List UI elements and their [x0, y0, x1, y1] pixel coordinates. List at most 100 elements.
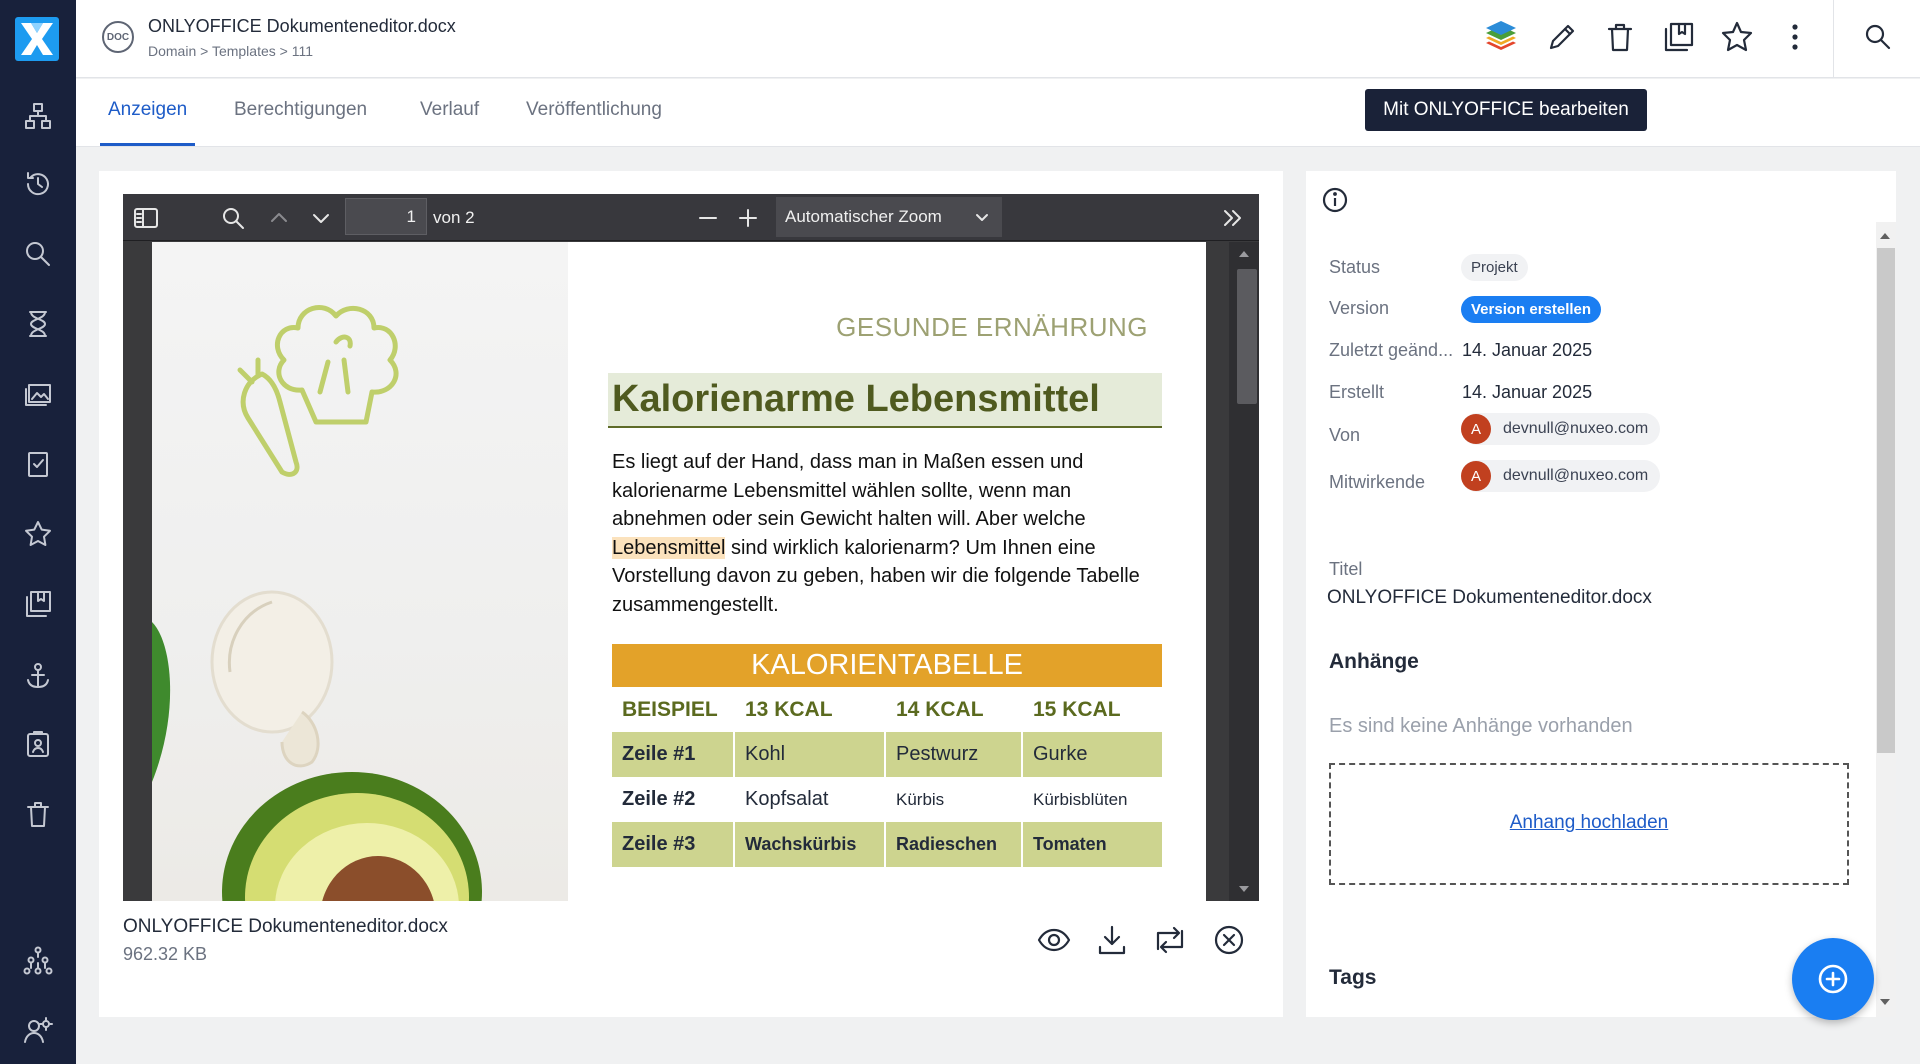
- profile-badge-icon[interactable]: [22, 728, 54, 760]
- vegetables-image: [152, 305, 482, 901]
- edit-pencil-icon[interactable]: [1545, 20, 1579, 59]
- contributor-email: devnull@nuxeo.com: [1503, 467, 1649, 484]
- tags-heading: Tags: [1329, 966, 1377, 989]
- created-label: Erstellt: [1329, 382, 1385, 402]
- favorites-star-icon[interactable]: [22, 518, 54, 550]
- modified-value: 14. Januar 2025: [1462, 340, 1593, 360]
- calorie-table: KALORIENTABELLE BEISPIEL 13 KCAL 14 KCAL…: [612, 644, 1162, 867]
- attachment-dropzone[interactable]: Anhang hochladen: [1329, 763, 1849, 885]
- history-icon[interactable]: [22, 168, 54, 200]
- favorite-star-icon[interactable]: [1720, 20, 1754, 59]
- page-number-input[interactable]: 1: [345, 198, 427, 235]
- table-cell: Zeile #2: [622, 788, 696, 810]
- clipboard-check-icon[interactable]: [22, 448, 54, 480]
- attachments-empty-text: Es sind keine Anhänge vorhanden: [1329, 715, 1633, 737]
- chevron-down-icon: [976, 214, 988, 221]
- food-photo: [152, 242, 568, 901]
- table-cell: Zeile #3: [612, 822, 735, 867]
- title-label: Titel: [1329, 559, 1363, 579]
- scroll-up-arrow-icon[interactable]: [1237, 249, 1251, 259]
- contributor-chip[interactable]: A devnull@nuxeo.com: [1461, 460, 1661, 492]
- onlyoffice-edit-icon[interactable]: [1484, 20, 1518, 59]
- tab-verlauf[interactable]: Verlauf: [412, 99, 487, 146]
- table-cell: Tomaten: [1023, 822, 1162, 867]
- table-cell: Pestwurz: [886, 732, 1023, 777]
- find-icon[interactable]: [221, 206, 245, 230]
- nuxeo-logo[interactable]: [15, 17, 59, 61]
- plus-circle-icon: [1818, 964, 1848, 994]
- pdf-viewer: 1 von 2 Automatischer Zoom GESUNDE ERNÄH…: [123, 194, 1259, 901]
- table-cell: Kürbisblüten: [1033, 790, 1128, 809]
- create-version-button[interactable]: Version erstellen: [1461, 296, 1602, 323]
- tools-expand-icon[interactable]: [1220, 205, 1246, 231]
- contributors-label: Mitwirkende: [1329, 472, 1426, 492]
- zoom-select[interactable]: Automatischer Zoom: [776, 197, 1002, 237]
- panel-scroll-up-icon[interactable]: [1879, 232, 1891, 240]
- title-value: ONLYOFFICE Dokumenteneditor.docx: [1327, 587, 1652, 608]
- next-page-icon[interactable]: [309, 206, 333, 230]
- pdf-scroll-thumb[interactable]: [1237, 269, 1257, 404]
- file-size: 962.32 KB: [123, 944, 208, 964]
- remove-file-icon[interactable]: [1212, 923, 1246, 962]
- author-chip[interactable]: A devnull@nuxeo.com: [1461, 413, 1661, 445]
- admin-settings-icon[interactable]: [22, 1014, 54, 1046]
- collections-icon[interactable]: [22, 588, 54, 620]
- tasks-hourglass-icon[interactable]: [22, 308, 54, 340]
- replace-file-icon[interactable]: [1153, 923, 1187, 962]
- avatar: A: [1461, 461, 1491, 491]
- panel-scroll-thumb[interactable]: [1877, 248, 1895, 753]
- calorie-table-title: KALORIENTABELLE: [612, 644, 1162, 687]
- gallery-icon[interactable]: [22, 378, 54, 410]
- preview-eye-icon[interactable]: [1037, 923, 1071, 962]
- trash-icon[interactable]: [22, 798, 54, 830]
- doc-paragraph-start: Es liegt auf der Hand, dass man in Maßen…: [612, 451, 1086, 530]
- table-header-cell: 15 KCAL: [1033, 698, 1121, 721]
- document-page: GESUNDE ERNÄHRUNG Kalorienarme Lebensmit…: [152, 242, 1206, 901]
- user-anchor-icon[interactable]: [22, 660, 54, 692]
- tab-veroeffentlichung[interactable]: Veröffentlichung: [518, 99, 670, 146]
- calorie-table-header: BEISPIEL 13 KCAL 14 KCAL 15 KCAL: [612, 687, 1162, 732]
- status-label: Status: [1329, 257, 1381, 277]
- table-cell: Wachskürbis: [735, 822, 886, 867]
- upload-attachment-link[interactable]: Anhang hochladen: [1331, 812, 1847, 834]
- avatar: A: [1461, 414, 1491, 444]
- tab-anzeigen[interactable]: Anzeigen: [100, 99, 196, 146]
- document-header: DOC ONLYOFFICE Dokumenteneditor.docx Dom…: [76, 0, 1920, 78]
- table-cell: Radieschen: [886, 822, 1023, 867]
- more-vertical-icon[interactable]: [1778, 20, 1812, 59]
- zoom-in-icon[interactable]: [736, 206, 760, 230]
- app-root: DOC ONLYOFFICE Dokumenteneditor.docx Dom…: [0, 0, 1920, 1064]
- table-row: Zeile #2 Kopfsalat Kürbis Kürbisblüten: [612, 777, 1162, 822]
- global-search-icon[interactable]: [1861, 20, 1895, 59]
- table-row: Zeile #1 Kohl Pestwurz Gurke: [612, 732, 1162, 777]
- table-cell: Kopfsalat: [745, 788, 829, 810]
- panel-scroll-down-icon[interactable]: [1879, 998, 1891, 1006]
- table-header-cell: BEISPIEL: [622, 698, 718, 721]
- download-icon[interactable]: [1095, 923, 1129, 962]
- tab-berechtigungen[interactable]: Berechtigungen: [226, 99, 375, 146]
- file-name: ONLYOFFICE Dokumenteneditor.docx: [123, 916, 448, 937]
- left-nav-rail: [0, 0, 76, 1064]
- sidebar-toggle-icon[interactable]: [133, 206, 159, 230]
- page-count: von 2: [433, 208, 475, 227]
- add-fab-button[interactable]: [1792, 938, 1874, 1020]
- previous-page-icon[interactable]: [267, 206, 291, 230]
- delete-trash-icon[interactable]: [1603, 20, 1637, 59]
- author-email: devnull@nuxeo.com: [1503, 420, 1649, 437]
- search-icon[interactable]: [22, 238, 54, 270]
- version-label: Version: [1329, 298, 1390, 318]
- browse-icon[interactable]: [22, 100, 54, 132]
- info-icon[interactable]: [1321, 186, 1349, 214]
- pdf-toolbar: 1 von 2 Automatischer Zoom: [123, 194, 1259, 241]
- hierarchy-icon[interactable]: [22, 944, 54, 976]
- breadcrumb[interactable]: Domain > Templates > 111: [148, 43, 313, 59]
- add-to-collection-icon[interactable]: [1662, 20, 1696, 59]
- zoom-out-icon[interactable]: [696, 206, 720, 230]
- scroll-down-arrow-icon[interactable]: [1237, 884, 1251, 894]
- doc-type-icon: DOC: [102, 21, 134, 53]
- table-cell: Zeile #1: [612, 732, 735, 777]
- created-value: 14. Januar 2025: [1462, 382, 1593, 402]
- doc-heading: Kalorienarme Lebensmittel: [608, 373, 1162, 428]
- table-row: Zeile #3 Wachskürbis Radieschen Tomaten: [612, 822, 1162, 867]
- table-header-cell: 14 KCAL: [896, 698, 984, 721]
